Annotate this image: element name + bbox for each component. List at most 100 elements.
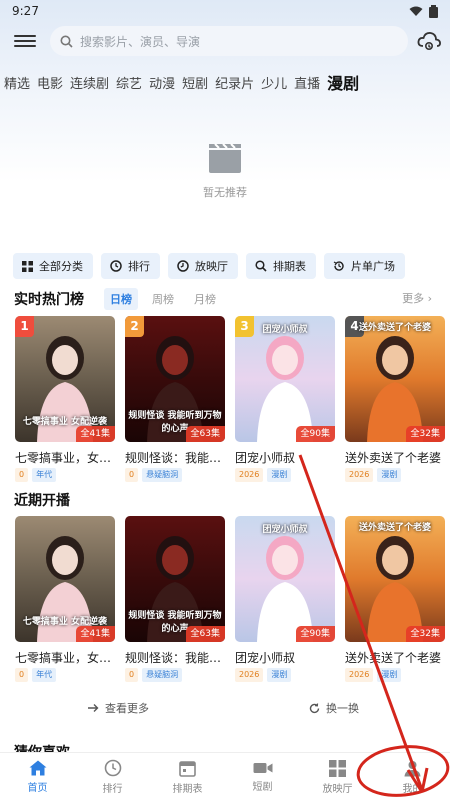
card-tags: 2026 漫剧 [345,668,445,682]
empty-text: 暂无推荐 [203,186,247,199]
card-title: 规则怪谈：我能听... [125,451,225,465]
battery-icon [429,4,438,18]
cloud-sync-button[interactable] [416,29,442,53]
year-tag: 2026 [235,468,264,482]
nav-mine[interactable]: 我的 [375,753,450,800]
see-more-label: 查看更多 [105,702,149,715]
drama-card[interactable]: 4 送外卖送了个老婆 全32集 送外卖送了个老婆 2026 漫剧 [345,316,445,482]
quick-schedule[interactable]: 排期表 [246,253,316,279]
tab-category[interactable]: 直播 [294,73,327,92]
home-icon [29,760,46,776]
poster-image: 七零搞事业 女配逆袭 全41集 [15,516,115,642]
grid-icon [329,759,346,777]
search-input[interactable]: 搜索影片、演员、导演 [50,26,408,56]
ranking-icon [110,260,122,272]
tab-category[interactable]: 动漫 [149,73,182,92]
nav-schedule[interactable]: 排期表 [150,753,225,800]
nav-ranking[interactable]: 排行 [75,753,150,800]
rank-badge: 2 [125,316,144,337]
tab-category[interactable]: 漫剧 [327,70,366,94]
cloud-icon [417,32,441,51]
card-title: 七零搞事业，女配... [15,651,115,665]
drama-card[interactable]: 团宠小师叔 全90集 团宠小师叔 2026 漫剧 [235,516,335,682]
tab-weekly[interactable]: 周榜 [146,288,180,310]
nav-label: 排行 [102,784,123,795]
genre-tag: 漫剧 [377,668,402,682]
tab-daily[interactable]: 日榜 [104,288,138,310]
grid-icon [22,260,33,272]
drama-card[interactable]: 七零搞事业 女配逆袭 全41集七零搞事业，女配... 0 年代 [15,516,115,682]
episode-badge: 全41集 [75,626,115,642]
tab-category[interactable]: 精选 [4,73,37,92]
quick-label: 排期表 [273,260,306,273]
episode-badge: 全90集 [295,626,335,642]
episode-badge: 全32集 [405,626,445,642]
search-placeholder: 搜索影片、演员、导演 [80,34,201,49]
nav-home[interactable]: 首页 [0,753,75,800]
category-tabs: 精选 电影 连续剧 综艺 动漫 短剧 纪录片 少儿 直播 漫剧 [0,68,450,96]
user-icon [404,760,421,776]
year-tag: 0 [125,668,139,682]
bottom-nav: 首页 排行 排期表 短剧 放映厅 我的 [0,752,450,800]
card-tags: 0 悬疑脑洞 [125,668,225,682]
quick-links: 全部分类 排行 放映厅 排期表 片单广场 [13,253,405,279]
quick-all-categories[interactable]: 全部分类 [13,253,93,279]
wifi-icon [409,6,423,16]
poster-caption: 送外卖送了个老婆 [358,523,431,533]
poster-image: 规则怪谈 我能听到万物的心声 全63集 [125,516,225,642]
refresh-button[interactable]: 换一换 [309,700,359,716]
quick-ranking[interactable]: 排行 [101,253,160,279]
card-title: 送外卖送了个老婆 [345,651,442,665]
more-link[interactable]: 更多 › [402,290,432,306]
quick-label: 排行 [128,260,150,273]
year-tag: 2026 [235,668,264,682]
card-tags: 0 年代 [15,668,115,682]
search-icon [60,35,73,48]
drama-card[interactable]: 2 规则怪谈 我能听到万物的心声 全63集 规则怪谈：我能听... 0 悬疑脑洞 [125,316,225,482]
see-more-button[interactable]: 查看更多 [88,700,149,716]
poster-caption: 团宠小师叔 [262,525,308,535]
top-header: 搜索影片、演员、导演 [0,26,450,58]
history-icon [333,261,344,271]
genre-tag: 悬疑脑洞 [142,468,183,482]
nav-short-drama[interactable]: 短剧 [225,753,300,800]
rank-tabs: 日榜 周榜 月榜 [104,288,222,310]
tab-category[interactable]: 电影 [37,73,70,92]
poster-image: 2 规则怪谈 我能听到万物的心声 全63集 [125,316,225,442]
tab-category[interactable]: 综艺 [116,73,149,92]
drama-card[interactable]: 规则怪谈 我能听到万物的心声 全63集 规则怪谈：我能听... 0 悬疑脑洞 [125,516,225,682]
rank-badge: 1 [15,316,34,337]
hot-section-title: 实时热门榜 [14,292,84,308]
nav-theater[interactable]: 放映厅 [300,753,375,800]
tab-monthly[interactable]: 月榜 [188,288,222,310]
quick-playlist-square[interactable]: 片单广场 [324,253,405,279]
refresh-label: 换一换 [326,702,359,715]
tab-category[interactable]: 少儿 [261,73,294,92]
card-tags: 2026 漫剧 [235,668,335,682]
poster-caption: 送外卖送了个老婆 [358,323,431,333]
poster-figure [367,536,423,642]
quick-theater[interactable]: 放映厅 [168,253,238,279]
card-title: 七零搞事业，女配... [15,451,115,465]
section-actions: 查看更多 换一换 [0,700,450,718]
poster-image: 1 七零搞事业 女配逆袭 全41集 [15,316,115,442]
nav-label: 我的 [402,783,423,795]
genre-tag: 漫剧 [377,468,402,482]
genre-tag: 年代 [32,668,57,682]
menu-button[interactable] [14,32,36,52]
drama-card[interactable]: 1 七零搞事业 女配逆袭 全41集 七零搞事业，女配... 0 年代 [15,316,115,482]
quick-label: 片单广场 [351,260,395,273]
drama-card[interactable]: 3 团宠小师叔 全90集 团宠小师叔 2026 漫剧 [235,316,335,482]
drama-card[interactable]: 送外卖送了个老婆 全32集 送外卖送了个老婆 2026 漫剧 [345,516,445,682]
year-tag: 2026 [345,468,374,482]
quick-label: 全部分类 [39,260,83,273]
tab-category[interactable]: 短剧 [182,73,215,92]
theater-icon [177,260,189,272]
tab-category[interactable]: 纪录片 [215,73,261,92]
tab-category[interactable]: 连续剧 [70,73,116,92]
card-title: 送外卖送了个老婆 [345,451,442,465]
episode-badge: 全32集 [405,426,445,442]
genre-tag: 漫剧 [267,468,292,482]
year-tag: 0 [15,668,29,682]
year-tag: 0 [15,468,29,482]
